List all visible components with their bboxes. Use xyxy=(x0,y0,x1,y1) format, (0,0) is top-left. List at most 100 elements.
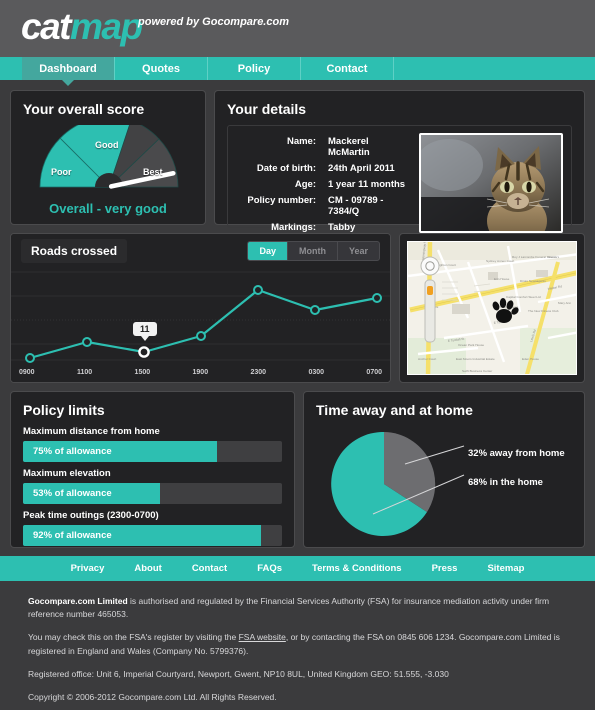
range-month[interactable]: Month xyxy=(288,242,338,260)
svg-text:Capital Comfort Steel Ltd: Capital Comfort Steel Ltd xyxy=(506,295,541,299)
limit-bar-fill: 92% of allowance xyxy=(23,525,262,546)
your-details-title: Your details xyxy=(227,101,307,117)
cat-photo-image xyxy=(421,135,561,231)
chart-tooltip: 11 xyxy=(133,322,157,341)
gauge-label-good: Good xyxy=(95,140,119,150)
gauge-label-best: Best xyxy=(143,167,163,177)
tab-policy[interactable]: Policy xyxy=(208,57,301,80)
logo-cat: cat xyxy=(21,6,71,47)
svg-text:Eden House: Eden House xyxy=(522,357,539,361)
chart-x-axis: 0900 1100 1500 1900 2300 0300 0700 xyxy=(11,369,390,376)
policy-limits-panel: Policy limits Maximum distance from home… xyxy=(10,391,295,548)
table-row: Policy number: CM - 09789 - 7384/Q xyxy=(236,192,409,219)
details-inner: Name: Mackerel McMartin Date of birth: 2… xyxy=(227,125,572,233)
limit-bar-fill: 53% of allowance xyxy=(23,483,161,504)
policy-limits-title: Policy limits xyxy=(23,402,105,418)
logo[interactable]: catmap powered by Gocompare.com xyxy=(21,6,289,47)
chart-title: Roads crossed xyxy=(21,239,128,263)
detail-value: 24th April 2011 xyxy=(328,162,395,174)
svg-text:Swift Business Center: Swift Business Center xyxy=(462,369,492,373)
footer-link-privacy[interactable]: Privacy xyxy=(71,563,105,574)
limit-label: Peak time outings (2300-0700) xyxy=(23,510,159,521)
overall-score-panel: Your overall score Poor Good Best Overal… xyxy=(10,90,206,225)
row-top: Your overall score Poor Good Best Overal… xyxy=(10,90,585,233)
legal-paragraph-1: Gocompare.com Limited is authorised and … xyxy=(28,595,567,621)
pie-label-away: 32% away from home xyxy=(468,448,565,459)
footer-nav: Privacy About Contact FAQs Terms & Condi… xyxy=(0,556,595,581)
limit-value: 92% of allowance xyxy=(33,530,112,541)
row-middle: 11 Roads crossed Day Month Year 0900 110… xyxy=(10,233,585,383)
svg-text:The New Fitness Club: The New Fitness Club xyxy=(528,309,559,313)
svg-text:Erin House: Erin House xyxy=(494,277,510,281)
detail-value: CM - 09789 - 7384/Q xyxy=(328,194,384,217)
main-nav: Dashboard Quotes Policy Contact xyxy=(0,57,595,86)
logo-map: map xyxy=(69,6,143,47)
roads-crossed-panel: 11 Roads crossed Day Month Year 0900 110… xyxy=(10,233,391,383)
limit-label: Maximum elevation xyxy=(23,468,111,479)
limit-bar-track: 92% of allowance xyxy=(23,525,282,546)
legal-text: Gocompare.com Limited is authorised and … xyxy=(0,581,595,704)
tab-policy-label: Policy xyxy=(237,62,271,75)
svg-text:Dinas Newsagents: Dinas Newsagents xyxy=(520,279,546,283)
svg-text:Mary Ann: Mary Ann xyxy=(558,301,571,305)
pie-label-home: 68% in the home xyxy=(468,477,543,488)
legal-company-name: Gocompare.com Limited xyxy=(28,596,128,606)
tab-dashboard[interactable]: Dashboard xyxy=(22,57,115,86)
detail-key: Name: xyxy=(286,135,316,147)
overall-score-title: Your overall score xyxy=(23,101,145,117)
cat-photo xyxy=(419,133,563,233)
logo-tagline: powered by Gocompare.com xyxy=(138,16,289,28)
time-away-chart: 32% away from home 68% in the home xyxy=(316,426,572,546)
fsa-website-link[interactable]: FSA website xyxy=(239,632,286,642)
score-gauge: Poor Good Best xyxy=(23,125,193,197)
x-tick: 1100 xyxy=(76,369,93,376)
svg-text:Sydney Annex Court: Sydney Annex Court xyxy=(486,259,514,263)
tab-quotes[interactable]: Quotes xyxy=(115,57,208,80)
table-row: Age: 1 year 11 months xyxy=(236,176,409,192)
tab-dashboard-label: Dashboard xyxy=(39,62,97,75)
time-away-panel: Time away and at home 32% away from home… xyxy=(303,391,585,548)
detail-key: Policy number: xyxy=(247,194,316,206)
footer-link-faqs[interactable]: FAQs xyxy=(257,563,282,574)
row-bottom: Policy limits Maximum distance from home… xyxy=(10,391,585,548)
limit-bar-track: 75% of allowance xyxy=(23,441,282,462)
x-tick: 0300 xyxy=(308,369,325,376)
tab-contact[interactable]: Contact xyxy=(301,57,394,80)
details-table: Name: Mackerel McMartin Date of birth: 2… xyxy=(236,133,409,235)
x-tick: 0700 xyxy=(366,369,382,376)
your-details-panel: Your details Name: Mackerel McMartin Dat… xyxy=(214,90,585,233)
legal-paragraph-4: Copyright © 2006-2012 Gocompare.com Ltd.… xyxy=(28,691,277,702)
location-map-panel[interactable]: Sydney Annex Court Roy J Larcombe Funera… xyxy=(399,233,585,383)
map-image: Sydney Annex Court Roy J Larcombe Funera… xyxy=(408,242,576,374)
svg-text:East Moors Industrial Estate: East Moors Industrial Estate xyxy=(456,357,495,361)
detail-value: Mackerel McMartin xyxy=(328,135,370,158)
x-tick: 1900 xyxy=(192,369,209,376)
svg-text:Anchor Court: Anchor Court xyxy=(418,357,436,361)
footer-link-sitemap[interactable]: Sitemap xyxy=(487,563,524,574)
masthead: catmap powered by Gocompare.com xyxy=(0,0,595,57)
footer-link-about[interactable]: About xyxy=(134,563,161,574)
limit-label: Maximum distance from home xyxy=(23,426,160,437)
range-selector: Day Month Year xyxy=(247,241,380,261)
x-tick: 2300 xyxy=(250,369,267,376)
detail-value: 1 year 11 months xyxy=(328,178,406,190)
limit-bar-track: 53% of allowance xyxy=(23,483,282,504)
range-day[interactable]: Day xyxy=(248,242,288,260)
detail-key: Age: xyxy=(294,178,316,190)
chart-header: Roads crossed Day Month Year xyxy=(11,234,390,268)
table-row: Date of birth: 24th April 2011 xyxy=(236,160,409,176)
x-tick: 1500 xyxy=(134,369,151,376)
footer-link-press[interactable]: Press xyxy=(432,563,458,574)
svg-text:Ascot: Ascot xyxy=(548,255,556,259)
detail-key: Date of birth: xyxy=(256,162,316,174)
legal-paragraph-2: You may check this on the FSA's register… xyxy=(28,631,567,657)
legal-2-a: You may check this on the FSA's register… xyxy=(28,632,239,643)
footer-link-contact[interactable]: Contact xyxy=(192,563,227,574)
time-away-title: Time away and at home xyxy=(316,402,473,418)
svg-text:Ocean Park House: Ocean Park House xyxy=(458,343,484,347)
footer-link-terms[interactable]: Terms & Conditions xyxy=(312,563,402,574)
limit-value: 75% of allowance xyxy=(33,446,112,457)
location-map[interactable]: Sydney Annex Court Roy J Larcombe Funera… xyxy=(407,241,577,375)
legal-paragraph-3: Registered office: Unit 6, Imperial Cour… xyxy=(28,668,449,679)
range-year[interactable]: Year xyxy=(338,242,379,260)
